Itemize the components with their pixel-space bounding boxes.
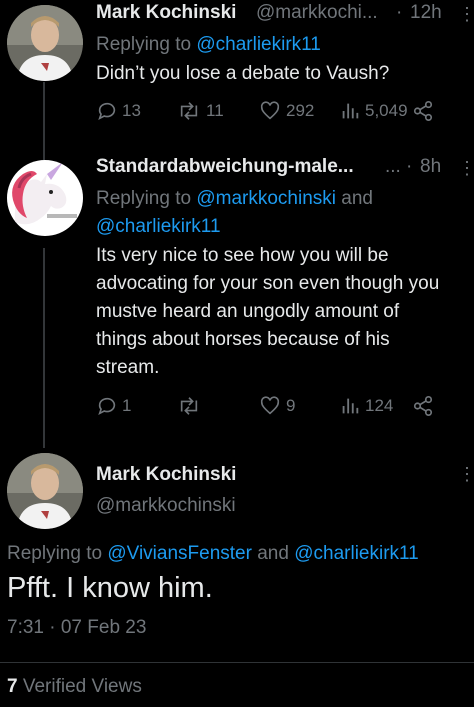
reply-count: 13: [122, 101, 141, 120]
replying-prefix: Replying to: [7, 543, 108, 564]
tweet1-time[interactable]: 12h: [410, 2, 442, 24]
share-icon: [413, 396, 433, 416]
retweet-icon: [180, 102, 198, 120]
thread-line-2: [43, 248, 45, 448]
share-button[interactable]: [412, 100, 434, 122]
share-icon: [413, 101, 433, 121]
reply-icon: [98, 102, 116, 120]
like-button[interactable]: 9: [258, 395, 295, 417]
view-count: 5,049: [365, 101, 408, 120]
tweet1-more-icon[interactable]: ⋮: [458, 4, 474, 25]
main-tweet-text: Pfft. I know him.: [7, 572, 213, 604]
tweet1-separator: ·: [396, 2, 403, 23]
views-button[interactable]: 5,049: [339, 100, 408, 122]
tweet2-replying-to: Replying to @markkochinski and @charliek…: [96, 185, 456, 241]
tweet2-author-name[interactable]: Standardabweichung-male...: [96, 156, 354, 178]
retweet-count: 11: [206, 101, 224, 120]
heart-icon: [260, 396, 280, 415]
views-button[interactable]: 124: [339, 395, 393, 417]
thread-line-1: [43, 82, 45, 160]
tweet2-text: Its very nice to see how you will be adv…: [96, 242, 471, 382]
replying-to-link-2[interactable]: @charliekirk11: [294, 543, 419, 564]
share-button[interactable]: [412, 395, 434, 417]
replying-and: and: [251, 543, 295, 564]
tweet2-text-line: stream.: [96, 357, 160, 378]
replying-to-link-1[interactable]: @ViviansFenster: [107, 543, 252, 564]
tweet2-text-line: things about horses because of his: [96, 329, 390, 350]
main-replying-to: Replying to @ViviansFenster and @charlie…: [7, 543, 419, 565]
tweet2-separator: ·: [406, 156, 413, 177]
retweet-button[interactable]: 11: [176, 100, 224, 122]
tweet1-actions: 13 11 292 5,049: [96, 100, 446, 126]
analytics-icon: [342, 398, 359, 414]
tweet2-text-line: mustve heard an ungodly amount of: [96, 301, 400, 322]
tweet2-time[interactable]: 8h: [420, 156, 441, 178]
tweet2-more-icon[interactable]: ⋮: [458, 158, 474, 179]
reply-button[interactable]: 13: [96, 100, 141, 122]
replying-to-link-2[interactable]: @charliekirk11: [96, 216, 221, 237]
tweet1-author-name[interactable]: Mark Kochinski: [96, 2, 236, 24]
analytics-icon: [342, 103, 359, 119]
tweet1-text: Didn’t you lose a debate to Vaush?: [96, 63, 390, 84]
main-more-icon[interactable]: ⋮: [458, 464, 474, 485]
reply-count: 1: [122, 396, 132, 415]
replying-prefix: Replying to: [96, 34, 197, 55]
heart-icon: [260, 101, 280, 120]
profile-photo-icon: [7, 453, 83, 529]
unicorn-avatar-icon: [7, 160, 83, 236]
like-button[interactable]: 292: [258, 100, 314, 122]
avatar[interactable]: [7, 160, 83, 236]
like-count: 292: [286, 101, 315, 120]
verified-views: 7 Verified Views: [7, 676, 142, 698]
main-timestamp[interactable]: 7:31 · 07 Feb 23: [7, 617, 146, 639]
reply-icon: [98, 397, 116, 415]
reply-button[interactable]: 1: [96, 395, 131, 417]
avatar[interactable]: [7, 5, 83, 81]
retweet-icon: [180, 397, 198, 415]
tweet2-text-line: Its very nice to see how you will be: [96, 245, 389, 266]
replying-to-link-1[interactable]: @markkochinski: [196, 188, 336, 209]
views-label: Verified Views: [17, 676, 142, 697]
main-handle[interactable]: @markkochinski: [96, 495, 236, 517]
profile-photo-icon: [7, 5, 83, 81]
replying-prefix: Replying to: [96, 188, 197, 209]
retweet-button[interactable]: [176, 395, 206, 417]
main-author-name[interactable]: Mark Kochinski: [96, 464, 236, 486]
avatar[interactable]: [7, 453, 83, 529]
view-count: 124: [365, 396, 394, 415]
divider: [0, 662, 474, 663]
tweet2-text-line: advocating for your son even though you: [96, 273, 440, 294]
tweet2-ellipsis: ...: [385, 156, 401, 177]
tweet1-handle[interactable]: @markkochi...: [256, 2, 378, 24]
views-count: 7: [7, 676, 18, 697]
tweet2-actions: 1 9 124: [96, 395, 446, 421]
like-count: 9: [286, 396, 296, 415]
tweet1-replying-to: Replying to @charliekirk11: [96, 34, 321, 56]
replying-to-link[interactable]: @charliekirk11: [196, 34, 321, 55]
replying-and: and: [336, 188, 373, 209]
